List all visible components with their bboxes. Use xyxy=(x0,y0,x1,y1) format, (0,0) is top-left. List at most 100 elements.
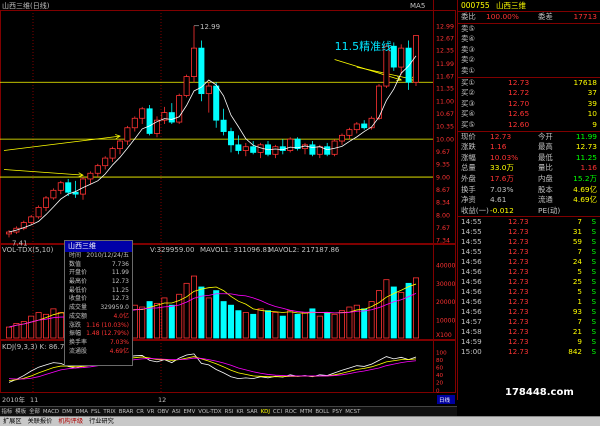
candle-body xyxy=(176,95,183,123)
indicator-tab[interactable]: 指标 xyxy=(0,408,14,416)
trade-price: 12.73 xyxy=(508,347,529,357)
stat-value-2: 15.2万 xyxy=(573,173,597,183)
indicator-tab[interactable]: RSI xyxy=(223,408,235,416)
indicator-tab[interactable]: MCST xyxy=(344,408,362,416)
indicator-tab[interactable]: ROC xyxy=(284,408,299,416)
bid-row: 买① 12.73 17618 xyxy=(458,78,600,89)
candle-body xyxy=(87,172,94,180)
volume-bar xyxy=(257,308,264,339)
trade-volume: 9 xyxy=(577,337,582,347)
candle-body xyxy=(50,189,57,199)
price-tick: 11.35 xyxy=(436,85,454,92)
trade-volume: 5 xyxy=(577,287,582,297)
indicator-tab[interactable]: OBV xyxy=(156,408,170,416)
candle-body xyxy=(94,165,101,174)
status-tab[interactable]: 关联报价 xyxy=(25,417,56,426)
ask-row: 卖④ xyxy=(458,34,600,45)
price-tick: 11.00 xyxy=(436,99,454,106)
trade-price: 12.73 xyxy=(508,317,529,327)
data-window-row: 成交量 329959.0 xyxy=(65,304,132,313)
data-window-label: 流通股 xyxy=(69,347,88,355)
candle-body xyxy=(183,76,190,96)
data-window-label: 开盘价 xyxy=(69,269,88,277)
data-window-row: 收盘价 12.73 xyxy=(65,295,132,304)
bid-volume: 9 xyxy=(592,119,597,129)
volume-bar xyxy=(198,286,205,339)
indicator-tab[interactable]: FSL xyxy=(89,408,101,416)
trade-volume: 842 xyxy=(568,347,582,357)
ask-row: 卖① xyxy=(458,66,600,77)
candle-body xyxy=(131,117,138,129)
indicator-tab[interactable]: ASI xyxy=(170,408,182,416)
status-tab[interactable]: 行业研究 xyxy=(86,417,117,426)
candle-body xyxy=(405,47,412,83)
trade-volume: 93 xyxy=(572,307,582,317)
weicha-label: 委差 xyxy=(538,12,553,21)
price-tick: 12.35 xyxy=(436,48,454,55)
trade-volume: 1 xyxy=(577,297,582,307)
bid-label: 买⑤ xyxy=(461,119,476,129)
indicator-tab[interactable]: CCI xyxy=(271,408,283,416)
stat-label-2: 内盘 xyxy=(538,173,553,183)
bid-label: 买④ xyxy=(461,109,476,119)
data-window[interactable]: 山西三维 时间 2010/12/24/五 数值 7.736 开盘价 11.99 最高价 12.… xyxy=(64,240,133,366)
stat-value: 1.16 xyxy=(490,142,507,152)
status-tab[interactable]: 机构评级 xyxy=(55,417,86,426)
candle-body xyxy=(338,134,345,142)
indicator-tab[interactable]: MTM xyxy=(298,408,314,416)
trade-price: 12.73 xyxy=(508,247,529,257)
indicator-tab[interactable]: KDJ xyxy=(259,408,271,416)
indicator-tabs: 指标 模板 全部 MACD DMI DMA FSL TRIX BRAR CR VR OBV ASI EMV… xyxy=(0,406,457,416)
candle-body xyxy=(353,123,360,131)
data-window-value: 4.69亿 xyxy=(109,347,129,355)
kdj-tick: 20 xyxy=(436,381,444,387)
trade-price: 12.73 xyxy=(508,277,529,287)
trade-side: S xyxy=(591,297,596,307)
indicator-tab[interactable]: BRAR xyxy=(117,408,135,416)
price-tick: 7.34 xyxy=(436,238,450,245)
bid-label: 买③ xyxy=(461,98,476,108)
indicator-tab[interactable]: DMA xyxy=(74,408,90,416)
volume-bar xyxy=(264,310,271,339)
trade-price: 12.73 xyxy=(508,267,529,277)
trade-volume: 25 xyxy=(572,277,582,287)
stat-label: 涨跌 xyxy=(461,142,476,152)
indicator-tab[interactable]: DMI xyxy=(61,408,74,416)
indicator-tab[interactable]: MACD xyxy=(41,408,60,416)
ma-label: MA5 xyxy=(410,2,425,10)
trade-price: 12.73 xyxy=(508,257,529,267)
indicator-tab[interactable]: VR xyxy=(145,408,155,416)
candle-body xyxy=(117,140,124,150)
indicator-tab[interactable]: BOLL xyxy=(314,408,331,416)
indicator-tab[interactable]: 模板 xyxy=(14,408,28,416)
volume-bar xyxy=(383,279,390,339)
indicator-tab[interactable]: EMV xyxy=(182,408,197,416)
candle-body xyxy=(109,148,116,159)
indicator-tab[interactable]: 全部 xyxy=(28,408,42,416)
indicator-tab[interactable]: CR xyxy=(135,408,146,416)
trade-price: 12.73 xyxy=(508,227,529,237)
indicator-tab[interactable]: VOL-TDX xyxy=(197,408,223,416)
trade-side: S xyxy=(591,337,596,347)
indicator-tab[interactable]: TRIX xyxy=(102,408,117,416)
data-window-value: 7.03% xyxy=(109,338,129,346)
trade-time: 14:56 xyxy=(461,307,482,317)
indicator-tab[interactable]: PSY xyxy=(331,408,344,416)
indicator-tab[interactable]: KR xyxy=(235,408,245,416)
price-tick: 8.67 xyxy=(436,187,450,194)
window-title: 山西三维(日线) xyxy=(2,1,50,10)
candle-body xyxy=(190,47,197,77)
data-window-value: 12.73 xyxy=(111,295,129,303)
bid-price: 12.60 xyxy=(508,119,530,129)
bid-row: 买③ 12.70 39 xyxy=(458,99,600,110)
bid-volume: 17618 xyxy=(573,77,597,87)
period-label[interactable]: 日线 xyxy=(439,396,451,404)
data-window-label: 最高价 xyxy=(69,278,88,286)
stat-label: 总量 xyxy=(461,163,476,173)
status-tab[interactable]: 扩展区 xyxy=(0,417,25,426)
ask-row: 卖② xyxy=(458,55,600,66)
indicator-tab[interactable]: SAR xyxy=(245,408,259,416)
trade-volume: 7 xyxy=(577,217,582,227)
candle-body xyxy=(28,216,35,223)
candle-body xyxy=(102,157,109,167)
